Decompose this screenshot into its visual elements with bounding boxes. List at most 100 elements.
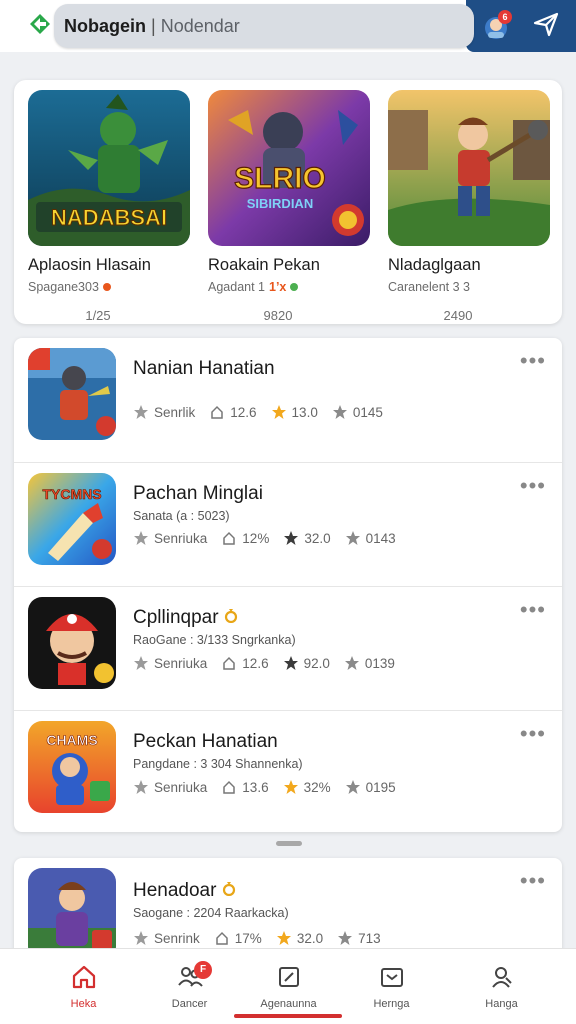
stat-rating-text: 32%: [303, 779, 331, 795]
nav-label: Dancer: [171, 998, 208, 1010]
list-item[interactable]: Nanian Hanatian ••• Senrlik 12.6 13.0 01…: [14, 338, 562, 462]
star-outline-icon: [134, 931, 148, 945]
star-outline-icon: [332, 405, 347, 419]
star-icon: [276, 931, 291, 945]
list-item[interactable]: TYCMNS Pachan Minglai Sanata (a : 5023) …: [14, 462, 562, 586]
game-title: Henadoar: [133, 880, 236, 902]
status-dot: [290, 283, 299, 291]
share-icon: [223, 780, 236, 794]
stat-saves-text: 13.6: [242, 779, 269, 795]
list-item[interactable]: Cpllinqpar RaoGane : 3/133 Sngrkanka) ••…: [14, 586, 562, 710]
search-input[interactable]: Nobagein | Nodendar: [54, 4, 474, 48]
featured-subtitle-text: Caranelent 3 3: [388, 280, 471, 294]
star-outline-icon: [134, 405, 148, 419]
featured-card[interactable]: Nladaglgaan Caranelent 3 3 2490: [388, 90, 554, 323]
featured-banner-text: NADABSAI: [51, 205, 167, 230]
share-icon: [223, 656, 236, 670]
featured-game-art: [388, 90, 550, 246]
active-tab-indicator: [234, 1014, 342, 1018]
stat-votes-text: 0139: [364, 655, 395, 671]
stat-rating: 32.0: [276, 930, 323, 946]
status-dot: [102, 283, 111, 291]
nav-item-home[interactable]: Heka: [26, 949, 141, 1024]
list-item[interactable]: CHAMS Peckan Hanatian Pangdane : 3 304 S…: [14, 710, 562, 834]
more-options-icon[interactable]: •••: [520, 599, 546, 621]
stat-saves: 13.6: [221, 779, 269, 795]
stat-label-text: Senriuka: [154, 779, 208, 795]
featured-subtitle: Spagane303: [28, 280, 194, 294]
star-outline-icon: [338, 931, 353, 945]
game-list: Nanian Hanatian ••• Senrlik 12.6 13.0 01…: [14, 338, 562, 832]
nav-item-hernga[interactable]: Hernga: [334, 949, 449, 1024]
game-icon: [28, 597, 116, 689]
featured-subtitle-text: Spagane303: [28, 280, 99, 294]
nav-item-agenaunna[interactable]: Agenaunna: [231, 949, 346, 1024]
stat-label: Senriuka: [133, 655, 207, 671]
game-title-text: Cpllinqpar: [133, 607, 219, 628]
stat-saves: 17%: [214, 930, 262, 946]
stat-rating-text: 32.0: [296, 930, 324, 946]
drag-handle[interactable]: [276, 841, 302, 846]
avatar-icon[interactable]: 6: [482, 8, 512, 42]
game-icon: TYCMNS: [28, 473, 116, 565]
nav-label: Hernga: [373, 998, 410, 1010]
more-options-icon[interactable]: •••: [520, 870, 546, 892]
top-bar: Nobagein | Nodendar 6: [0, 0, 576, 52]
featured-carousel: NADABSAI Aplaosin Hlasain Spagane303 1/2…: [14, 80, 562, 324]
game-stats: Senrink 17% 32.0 713: [133, 930, 395, 946]
stat-votes: 0195: [345, 779, 396, 795]
home-icon: [72, 965, 95, 989]
app-logo-icon[interactable]: [28, 12, 52, 36]
share-icon: [211, 405, 224, 419]
star-outline-icon: [345, 531, 360, 545]
send-icon[interactable]: [532, 10, 560, 38]
stat-votes-text: 0145: [352, 404, 383, 420]
star-icon: [271, 405, 286, 419]
nav-label: Hanga: [485, 998, 518, 1010]
stat-saves-text: 17%: [234, 930, 262, 946]
game-stats: Senriuka 12% 32.0 0143: [133, 530, 410, 546]
game-title: Cpllinqpar: [133, 607, 238, 629]
stat-label: Senriuka: [133, 530, 207, 546]
game-title: Pachan Minglai: [133, 483, 263, 504]
featured-subtitle: Caranelent 3 3: [388, 280, 554, 294]
featured-card[interactable]: NADABSAI Aplaosin Hlasain Spagane303 1/2…: [28, 90, 194, 323]
stat-votes-text: 713: [358, 930, 381, 946]
star-icon: [283, 780, 298, 794]
stat-rating: 92.0: [283, 655, 330, 671]
stat-votes: 0139: [344, 655, 395, 671]
more-options-icon[interactable]: •••: [520, 723, 546, 745]
featured-badge: 1’x: [269, 280, 287, 294]
stat-rating-text: 32.0: [304, 530, 331, 546]
ring-badge-icon: [222, 882, 235, 897]
game-title: Peckan Hanatian: [133, 731, 278, 752]
stat-votes: 713: [337, 930, 381, 946]
stat-label: Senriuka: [133, 779, 207, 795]
featured-card[interactable]: SLRIO SIBIRDIAN Roakain Pekan Agadant 1 …: [208, 90, 374, 323]
featured-game-art: NADABSAI: [28, 90, 190, 246]
nav-item-dancer[interactable]: F Dancer: [132, 949, 247, 1024]
more-options-icon[interactable]: •••: [520, 350, 546, 372]
featured-subtitle: Agadant 1 1’x: [208, 280, 374, 294]
share-icon: [216, 931, 228, 945]
game-stats: Senriuka 13.6 32% 0195: [133, 779, 410, 795]
ring-badge-icon: [224, 609, 237, 624]
stat-rating: 32.0: [283, 530, 331, 546]
nav-item-hanga[interactable]: Hanga: [444, 949, 559, 1024]
star-icon: [283, 656, 298, 670]
nav-label: Heka: [70, 998, 97, 1010]
featured-banner-subtext: SIBIRDIAN: [247, 196, 313, 211]
icon-banner-text: TYCMNS: [42, 486, 101, 502]
stat-saves-text: 12%: [242, 530, 270, 546]
nav-label: Agenaunna: [260, 998, 317, 1010]
featured-title: Roakain Pekan: [208, 256, 320, 274]
stat-label-text: Senriuka: [154, 530, 208, 546]
star-outline-icon: [134, 780, 148, 794]
more-options-icon[interactable]: •••: [520, 475, 546, 497]
game-stats: Senriuka 12.6 92.0 0139: [133, 655, 409, 671]
stat-votes: 0143: [345, 530, 396, 546]
star-outline-icon: [345, 780, 360, 794]
star-outline-icon: [134, 531, 148, 545]
featured-count: 2490: [443, 308, 473, 323]
game-title-text: Henadoar: [133, 880, 217, 901]
